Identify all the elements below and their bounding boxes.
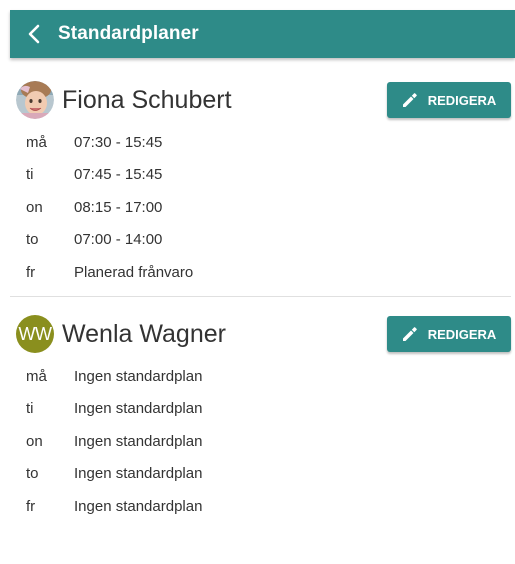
schedule-value: Ingen standardplan [74,497,203,515]
edit-button[interactable]: REDIGERA [387,82,511,118]
schedule-row: on 08:15 - 17:00 [10,191,511,224]
schedule-row: ti Ingen standardplan [10,393,511,426]
plan-section: Fiona Schubert REDIGERA må 07:30 - 15:45… [10,80,511,289]
schedule-row: må 07:30 - 15:45 [10,126,511,159]
child-photo-icon [16,81,54,119]
schedule-list: må Ingen standardplan ti Ingen standardp… [10,360,511,523]
day-label: fr [26,497,36,515]
schedule-row: to 07:00 - 14:00 [10,224,511,257]
chevron-left-icon [28,24,40,44]
schedule-list: må 07:30 - 15:45 ti 07:45 - 15:45 on 08:… [10,126,511,289]
schedule-value: 07:00 - 14:00 [74,231,163,249]
schedule-row: on Ingen standardplan [10,425,511,458]
day-label: on [26,198,43,216]
plan-header: Fiona Schubert REDIGERA [10,80,511,120]
day-label: må [26,133,47,151]
edit-button-label: REDIGERA [427,326,497,342]
schedule-value: 08:15 - 17:00 [74,198,163,216]
avatar: WW [16,315,54,353]
schedule-value: Ingen standardplan [74,432,203,450]
schedule-value: 07:45 - 15:45 [74,166,163,184]
schedule-row: ti 07:45 - 15:45 [10,159,511,192]
pencil-icon [402,93,417,107]
app-bar: Standardplaner [10,10,515,58]
schedule-value: Planerad frånvaro [74,263,194,281]
edit-button-label: REDIGERA [427,92,497,108]
edit-button[interactable]: REDIGERA [387,316,511,352]
back-button[interactable] [14,10,54,58]
schedule-value: Ingen standardplan [74,400,203,418]
day-label: ti [26,400,34,418]
avatar [16,81,54,119]
schedule-value: Ingen standardplan [74,367,203,385]
day-label: to [26,231,39,249]
pencil-icon [402,327,417,341]
page-title: Standardplaner [58,23,199,44]
day-label: to [26,465,39,483]
schedule-row: fr Ingen standardplan [10,490,511,523]
day-label: må [26,367,47,385]
schedule-value: 07:30 - 15:45 [74,133,163,151]
section-divider [10,296,511,297]
schedule-row: to Ingen standardplan [10,458,511,491]
schedule-row: må Ingen standardplan [10,360,511,393]
person-name: Fiona Schubert [62,85,232,114]
plan-section: WW Wenla Wagner REDIGERA må Ingen standa… [10,314,511,523]
day-label: ti [26,166,34,184]
plan-header: WW Wenla Wagner REDIGERA [10,314,511,354]
schedule-row: fr Planerad frånvaro [10,256,511,289]
day-label: on [26,432,43,450]
person-name: Wenla Wagner [62,319,226,348]
day-label: fr [26,263,36,281]
schedule-value: Ingen standardplan [74,465,203,483]
